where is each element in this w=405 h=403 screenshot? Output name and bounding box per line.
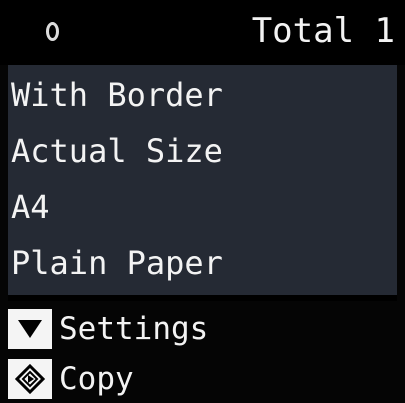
start-diamond-icon (8, 359, 52, 399)
settings-button-label: Settings (59, 311, 209, 347)
border-setting[interactable]: With Border (8, 69, 397, 121)
down-arrow-shape (18, 320, 42, 338)
printer-copy-screen: Total 1 With Border Actual Size A4 Plain… (0, 0, 405, 403)
scaling-setting[interactable]: Actual Size (8, 125, 397, 177)
settings-button[interactable]: Settings (8, 306, 208, 352)
start-diamond-shape (15, 364, 45, 394)
total-copies-label: Total 1 (251, 11, 395, 51)
down-triangle-icon (8, 309, 52, 349)
section-divider (8, 295, 397, 301)
wireless-status-icon (46, 22, 59, 41)
copy-settings-panel: With Border Actual Size A4 Plain Paper (8, 65, 397, 295)
paper-size-setting[interactable]: A4 (8, 181, 397, 233)
copy-button-label: Copy (59, 361, 134, 397)
paper-type-setting[interactable]: Plain Paper (8, 237, 397, 289)
copy-button[interactable]: Copy (8, 356, 134, 402)
status-bar: Total 1 (0, 0, 405, 65)
